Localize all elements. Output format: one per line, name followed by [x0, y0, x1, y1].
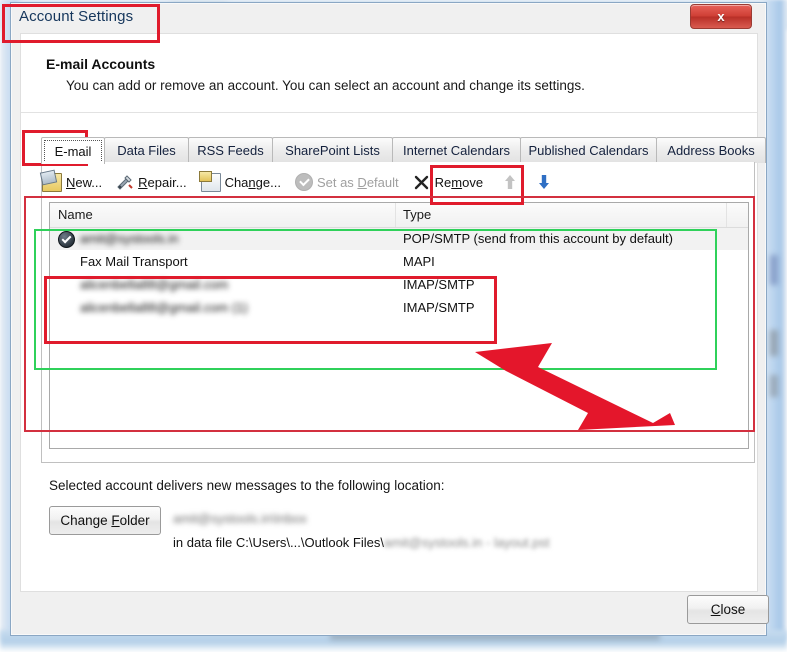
change-folder-label: Change Folder	[60, 513, 150, 528]
tab-rss-feeds[interactable]: RSS Feeds	[188, 137, 273, 163]
repair-button-label: Repair...	[138, 174, 187, 190]
datafile-redacted: amit@systools.in - layout.pst	[383, 535, 550, 550]
datafile-prefix: in data file C:\Users\...\Outlook Files\	[173, 535, 384, 550]
backdrop-right-blob-2	[770, 330, 778, 356]
accounts-toolbar: New... Repair... Change... Set as Defaul…	[42, 167, 752, 197]
arrow-up-icon	[503, 174, 521, 191]
remove-x-icon	[413, 174, 431, 191]
arrow-down-icon	[537, 174, 555, 191]
tab-rss-feeds-label: RSS Feeds	[197, 143, 264, 158]
tab-sharepoint-lists-label: SharePoint Lists	[285, 143, 380, 158]
accounts-list-header: Name Type	[50, 203, 748, 228]
tab-data-files-label: Data Files	[117, 143, 176, 158]
window-close-icon[interactable]: x	[690, 4, 752, 29]
header-divider	[21, 112, 757, 113]
check-circle-icon	[294, 173, 313, 191]
new-mail-icon	[42, 172, 62, 192]
dialog-body: E-mail Accounts You can add or remove an…	[20, 33, 766, 592]
set-as-default-button[interactable]: Set as Default	[294, 171, 399, 193]
change-folder-button[interactable]: Change Folder	[49, 506, 161, 535]
new-button[interactable]: New...	[42, 171, 102, 193]
tab-internet-calendars[interactable]: Internet Calendars	[392, 137, 521, 163]
change-button[interactable]: Change...	[198, 170, 281, 193]
page-subtitle: You can add or remove an account. You ca…	[66, 78, 585, 93]
table-row[interactable]: Fax Mail Transport MAPI	[50, 251, 748, 273]
default-account-icon	[58, 231, 75, 248]
account-name: alicenbella88@gmail.com (1)	[80, 300, 248, 315]
column-header-type[interactable]: Type	[403, 207, 431, 222]
tab-sharepoint-lists[interactable]: SharePoint Lists	[272, 137, 393, 163]
tab-focus-outline	[44, 140, 102, 163]
tab-published-calendars-label: Published Calendars	[528, 143, 649, 158]
tab-published-calendars[interactable]: Published Calendars	[520, 137, 657, 163]
account-type: IMAP/SMTP	[403, 300, 475, 315]
account-type: IMAP/SMTP	[403, 277, 475, 292]
account-name: amit@systools.in	[80, 231, 179, 246]
move-up-button[interactable]	[503, 171, 525, 193]
tab-internet-calendars-label: Internet Calendars	[403, 143, 510, 158]
close-button[interactable]: Close	[687, 595, 769, 624]
account-settings-dialog: Account Settings x E-mail Accounts You c…	[10, 2, 769, 636]
delivery-location-label: Selected account delivers new messages t…	[49, 478, 445, 493]
column-divider-1[interactable]	[395, 203, 396, 227]
account-type: MAPI	[403, 254, 435, 269]
backdrop-right-blob-3	[770, 375, 778, 397]
table-row[interactable]: alicenbella88@gmail.com IMAP/SMTP	[50, 274, 748, 296]
delivery-datafile-line: in data file C:\Users\...\Outlook Files\…	[173, 535, 550, 550]
move-down-button[interactable]	[537, 171, 559, 193]
close-button-label: Close	[710, 602, 746, 617]
screen-root: Account Settings x E-mail Accounts You c…	[0, 0, 787, 652]
account-name: Fax Mail Transport	[80, 254, 188, 269]
table-row[interactable]: amit@systools.in POP/SMTP (send from thi…	[50, 228, 748, 250]
tab-strip: E-mail Data Files RSS Feeds SharePoint L…	[41, 137, 766, 164]
remove-button[interactable]: Remove	[413, 171, 483, 193]
delivery-folder-path: amit@systools.in\Inbox	[173, 511, 307, 526]
tab-address-books[interactable]: Address Books	[656, 137, 766, 163]
set-as-default-label: Set as Default	[316, 174, 399, 190]
account-name: alicenbella88@gmail.com	[80, 277, 229, 292]
accounts-list[interactable]: Name Type amit@systools.in POP/SMTP (sen…	[49, 202, 749, 449]
repair-button[interactable]: Repair...	[116, 171, 187, 193]
change-account-icon	[198, 170, 221, 192]
table-row[interactable]: alicenbella88@gmail.com (1) IMAP/SMTP	[50, 297, 748, 319]
tab-email[interactable]: E-mail	[41, 137, 105, 164]
column-divider-2[interactable]	[726, 203, 727, 227]
new-button-label: New...	[66, 174, 103, 190]
column-header-name[interactable]: Name	[58, 207, 93, 222]
active-tab-underline	[42, 162, 102, 163]
page-title: E-mail Accounts	[46, 56, 156, 72]
title-bar: Account Settings x	[11, 3, 766, 31]
remove-button-label: Remove	[434, 174, 484, 190]
backdrop-right-blob-1	[770, 255, 778, 285]
change-button-label: Change...	[224, 174, 281, 190]
tab-address-books-label: Address Books	[667, 143, 755, 158]
account-type: POP/SMTP (send from this account by defa…	[403, 231, 673, 246]
window-title: Account Settings	[19, 8, 134, 25]
tab-data-files[interactable]: Data Files	[104, 137, 189, 163]
repair-tools-icon	[116, 174, 134, 191]
